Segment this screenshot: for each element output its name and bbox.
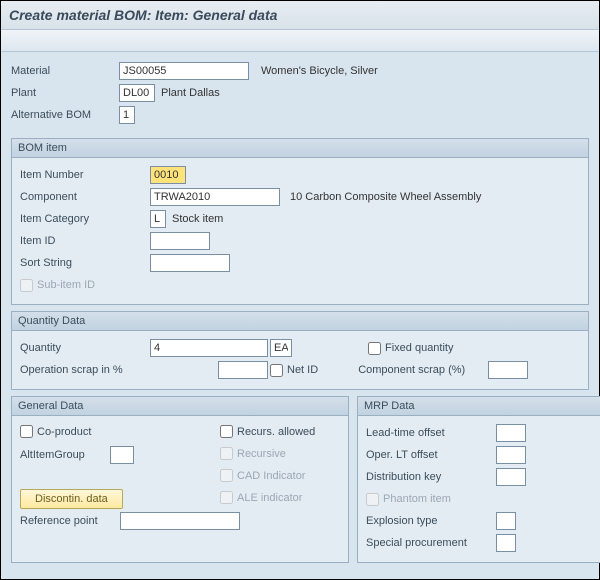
reference-point-field[interactable]: [120, 512, 240, 530]
general-data-title: General Data: [12, 397, 348, 416]
coproduct-box[interactable]: [20, 425, 33, 438]
sort-string-field[interactable]: [150, 254, 230, 272]
quantity-title: Quantity Data: [12, 312, 588, 331]
recurs-allowed-box[interactable]: [220, 425, 233, 438]
net-id-label: Net ID: [287, 364, 318, 376]
material-label: Material: [11, 65, 119, 77]
ale-indicator-box: [220, 491, 233, 504]
op-scrap-field[interactable]: [218, 361, 268, 379]
recurs-allowed-checkbox[interactable]: Recurs. allowed: [220, 425, 315, 438]
coproduct-label: Co-product: [37, 426, 91, 438]
phantom-item-label: Phantom item: [383, 493, 451, 505]
fixed-quantity-checkbox[interactable]: Fixed quantity: [368, 342, 453, 355]
reference-point-label: Reference point: [20, 515, 120, 527]
item-category-field[interactable]: [150, 210, 166, 228]
item-id-field[interactable]: [150, 232, 210, 250]
header-block: Material Women's Bicycle, Silver Plant P…: [1, 52, 599, 132]
component-label: Component: [20, 191, 150, 203]
special-procurement-label: Special procurement: [366, 537, 496, 549]
cad-indicator-checkbox: CAD Indicator: [220, 469, 305, 482]
comp-scrap-label: Component scrap (%): [358, 364, 488, 376]
fixed-quantity-box[interactable]: [368, 342, 381, 355]
component-desc: 10 Carbon Composite Wheel Assembly: [290, 191, 481, 203]
mrp-data-group: MRP Data Lead-time offset Oper. LT offse…: [357, 396, 600, 563]
cad-indicator-box: [220, 469, 233, 482]
mrp-data-title: MRP Data: [358, 397, 600, 416]
toolbar: [1, 30, 599, 52]
leadtime-offset-label: Lead-time offset: [366, 427, 496, 439]
bom-item-group: BOM item Item Number Component 10 Carbon…: [11, 138, 589, 305]
distribution-key-label: Distribution key: [366, 471, 496, 483]
phantom-item-box: [366, 493, 379, 506]
plant-desc: Plant Dallas: [161, 87, 220, 99]
subitem-id-box: [20, 279, 33, 292]
cad-indicator-label: CAD Indicator: [237, 470, 305, 482]
distribution-key-field[interactable]: [496, 468, 526, 486]
item-number-field[interactable]: [150, 166, 186, 184]
recursive-label: Recursive: [237, 448, 286, 460]
material-field[interactable]: [119, 62, 249, 80]
item-number-label: Item Number: [20, 169, 150, 181]
fixed-quantity-label: Fixed quantity: [385, 342, 453, 354]
altbom-field[interactable]: [119, 106, 135, 124]
net-id-checkbox[interactable]: Net ID: [270, 364, 318, 377]
oper-lt-offset-field[interactable]: [496, 446, 526, 464]
subitem-id-checkbox: Sub-item ID: [20, 279, 95, 292]
discontin-data-button[interactable]: Discontin. data: [20, 489, 123, 509]
net-id-box[interactable]: [270, 364, 283, 377]
altitemgroup-field[interactable]: [110, 446, 134, 464]
ale-indicator-checkbox: ALE indicator: [220, 491, 302, 504]
plant-field[interactable]: [119, 84, 155, 102]
oper-lt-offset-label: Oper. LT offset: [366, 449, 496, 461]
explosion-type-label: Explosion type: [366, 515, 496, 527]
sort-string-label: Sort String: [20, 257, 150, 269]
general-data-group: General Data Co-product Recurs. allowed: [11, 396, 349, 563]
explosion-type-field[interactable]: [496, 512, 516, 530]
op-scrap-label: Operation scrap in %: [20, 364, 150, 376]
altbom-label: Alternative BOM: [11, 109, 119, 121]
quantity-group: Quantity Data Quantity Fixed quantity Op…: [11, 311, 589, 390]
item-id-label: Item ID: [20, 235, 150, 247]
window: Create material BOM: Item: General data …: [0, 0, 600, 580]
recursive-box: [220, 447, 233, 460]
quantity-field[interactable]: [150, 339, 268, 357]
page-title: Create material BOM: Item: General data: [1, 1, 599, 30]
recurs-allowed-label: Recurs. allowed: [237, 426, 315, 438]
comp-scrap-field[interactable]: [488, 361, 528, 379]
subitem-id-label: Sub-item ID: [37, 279, 95, 291]
coproduct-checkbox[interactable]: Co-product: [20, 425, 91, 438]
component-field[interactable]: [150, 188, 280, 206]
plant-label: Plant: [11, 87, 119, 99]
special-procurement-field[interactable]: [496, 534, 516, 552]
item-category-label: Item Category: [20, 213, 150, 225]
leadtime-offset-field[interactable]: [496, 424, 526, 442]
quantity-uom-field[interactable]: [270, 339, 292, 357]
bom-item-title: BOM item: [12, 139, 588, 158]
altitemgroup-label: AltItemGroup: [20, 449, 85, 461]
material-desc: Women's Bicycle, Silver: [261, 65, 378, 77]
item-category-desc: Stock item: [172, 213, 223, 225]
ale-indicator-label: ALE indicator: [237, 492, 302, 504]
quantity-label: Quantity: [20, 342, 150, 354]
phantom-item-checkbox: Phantom item: [366, 493, 451, 506]
recursive-checkbox: Recursive: [220, 447, 286, 460]
